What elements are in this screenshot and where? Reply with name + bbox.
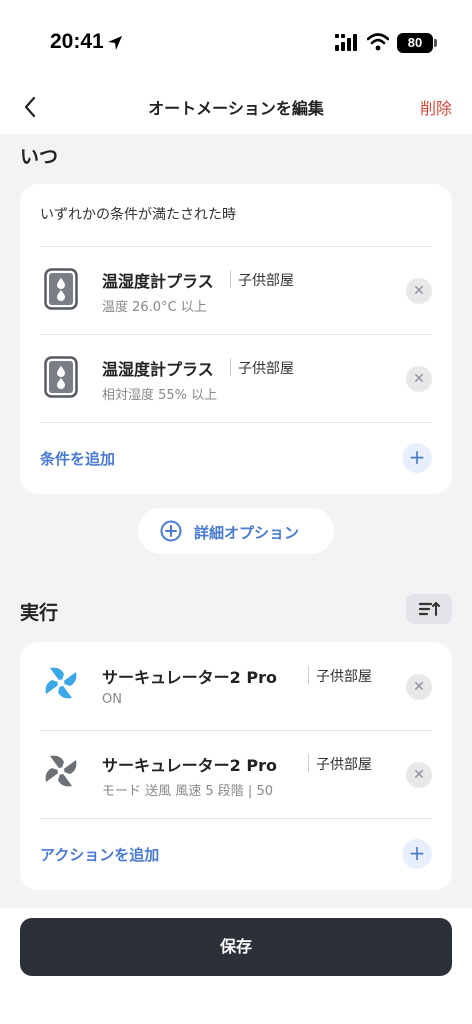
page-title: オートメーションを編集 [148,99,324,118]
remove-condition-button[interactable]: ✕ [406,366,432,392]
condition-detail: 温度 26.0°C 以上 [102,300,207,315]
device-name: サーキュレーター2 Pro [102,756,277,775]
advanced-options-button[interactable]: 詳細オプション [138,508,334,554]
separator [308,666,309,684]
separator [230,358,231,376]
action-row[interactable]: サーキュレーター2 Pro 子供部屋 ON ✕ [20,642,452,730]
battery-icon: 80 [397,33,433,53]
actions-section-title: 実行 [20,602,59,624]
thermo-hygrometer-icon [44,268,78,310]
nav-bar: オートメーションを編集 削除 [0,82,472,134]
device-name: 温湿度計プラス [102,360,214,379]
add-action-row[interactable]: アクションを追加 + [20,818,452,890]
advanced-options-label: 詳細オプション [194,524,300,542]
reorder-icon [418,602,440,616]
wifi-icon [367,33,389,51]
remove-action-button[interactable]: ✕ [406,674,432,700]
condition-detail: 相対湿度 55% 以上 [102,388,218,403]
when-section-title: いつ [20,146,59,168]
add-action-button[interactable]: + [402,839,432,869]
device-name: 温湿度計プラス [102,272,214,291]
delete-button[interactable]: 削除 [420,95,452,119]
add-condition-label[interactable]: 条件を追加 [40,448,115,469]
room-name: 子供部屋 [316,669,372,685]
status-bar: 20:41 80 [0,0,472,82]
condition-mode-label: いずれかの条件が満たされた時 [40,207,236,223]
separator [230,270,231,288]
thermo-hygrometer-icon [44,356,78,398]
add-condition-row[interactable]: 条件を追加 + [20,422,452,494]
action-detail: ON [102,692,122,707]
location-arrow-icon [108,36,122,50]
conditions-card: いずれかの条件が満たされた時 温湿度計プラス 子供部屋 温度 26.0°C 以上… [20,184,452,494]
actions-card: サーキュレーター2 Pro 子供部屋 ON ✕ サーキュレーター2 Pro 子供… [20,642,452,890]
room-name: 子供部屋 [316,757,372,773]
plus-circle-icon [160,520,182,542]
reorder-button[interactable] [406,594,452,624]
device-name: サーキュレーター2 Pro [102,668,277,687]
add-action-label[interactable]: アクションを追加 [40,844,159,865]
condition-row[interactable]: 温湿度計プラス 子供部屋 相対湿度 55% 以上 ✕ [20,334,452,422]
room-name: 子供部屋 [238,361,294,377]
signal-icon [335,34,357,51]
separator [308,754,309,772]
condition-row[interactable]: 温湿度計プラス 子供部屋 温度 26.0°C 以上 ✕ [20,246,452,334]
action-row[interactable]: サーキュレーター2 Pro 子供部屋 モード 送風 風速 5 段階 | 50 ✕ [20,730,452,818]
add-condition-button[interactable]: + [402,443,432,473]
save-button[interactable]: 保存 [20,918,452,976]
room-name: 子供部屋 [238,273,294,289]
fan-icon [45,755,77,787]
remove-condition-button[interactable]: ✕ [406,278,432,304]
battery-tip [434,39,437,47]
action-detail: モード 送風 風速 5 段階 | 50 [102,784,273,799]
remove-action-button[interactable]: ✕ [406,762,432,788]
fan-icon [45,667,77,699]
status-time: 20:41 [50,30,104,53]
